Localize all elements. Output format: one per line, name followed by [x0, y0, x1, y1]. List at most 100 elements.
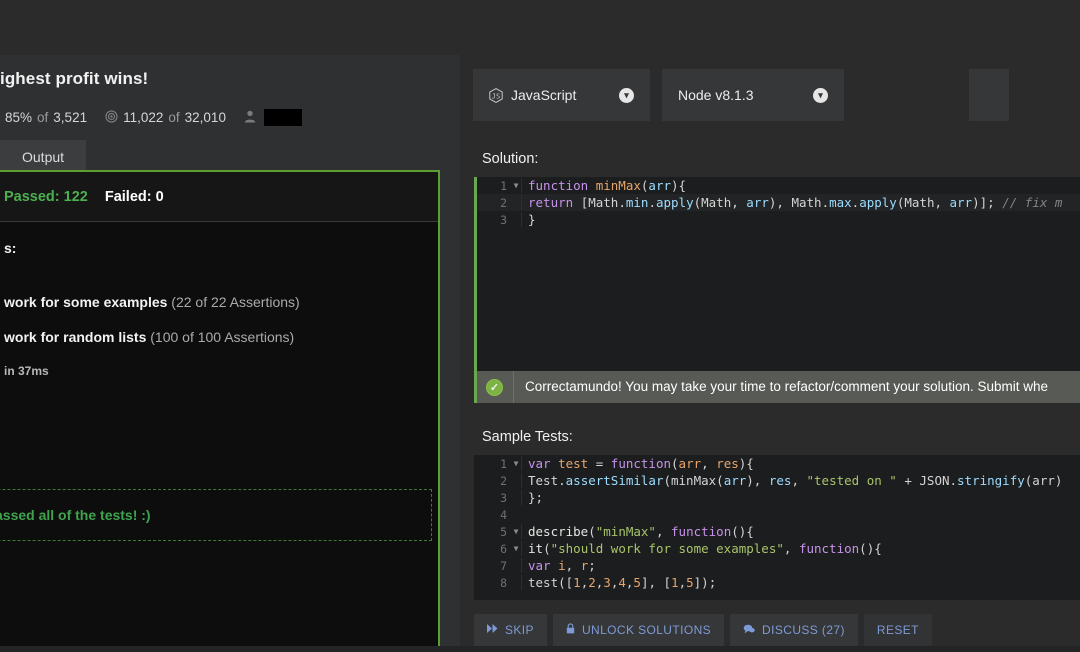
sample-tests-editor[interactable]: 1 ▼ var test = function(arr, res){2 Test.a… [474, 455, 1080, 600]
code-text: } [521, 212, 1080, 227]
fast-forward-icon [487, 624, 498, 636]
runtime-select[interactable]: Node v8.1.3 ▾ [662, 69, 844, 121]
kata-left-panel: ighest profit wins! 85% of 3,521 11,022 … [0, 55, 460, 652]
app-root: ighest profit wins! 85% of 3,521 11,022 … [0, 0, 1080, 652]
all-tests-passed-box: assed all of the tests! :) [0, 489, 432, 541]
test-result-row: work for random lists (100 of 100 Assert… [4, 329, 438, 345]
output-panel: Passed: 122 Failed: 0 s: work for some e… [0, 170, 440, 650]
language-selectors: JS JavaScript ▾ Node v8.1.3 ▾ [473, 69, 1009, 121]
javascript-icon: JS [489, 87, 503, 103]
language-select[interactable]: JS JavaScript ▾ [473, 69, 650, 121]
code-line: 3} [477, 211, 1080, 228]
test-summary-bar: Passed: 122 Failed: 0 [0, 172, 438, 222]
correct-message-text: Correctamundo! You may take your time to… [513, 371, 1048, 403]
line-number: 3 [500, 490, 507, 505]
line-number: 8 [500, 575, 507, 590]
code-text: var test = function(arr, res){ [521, 456, 1080, 471]
line-number: 5 [500, 524, 507, 539]
discuss-label: DISCUSS (27) [762, 623, 845, 637]
bottom-strip [0, 646, 1080, 652]
correct-message-bar: ✓ Correctamundo! You may take your time … [474, 371, 1080, 403]
runtime-select-label: Node v8.1.3 [678, 87, 754, 103]
line-number: 6 [500, 541, 507, 556]
reset-button[interactable]: RESET [863, 614, 932, 646]
kata-stats: 85% of 3,521 11,022 of 32,010 [0, 109, 302, 126]
code-text: }; [521, 490, 1080, 505]
fold-arrow-icon[interactable]: ▼ [511, 181, 521, 190]
rank-total: 32,010 [184, 110, 226, 125]
person-icon [244, 110, 256, 126]
check-circle-icon: ✓ [486, 378, 503, 396]
rank-value: 11,022 [123, 110, 164, 125]
completion-of: of [37, 110, 49, 125]
target-icon [105, 110, 118, 126]
completion-total: 3,521 [53, 110, 88, 125]
line-number: 2 [500, 473, 507, 488]
solution-label: Solution: [482, 151, 539, 167]
redacted-username [263, 109, 302, 126]
completion-stat: 85% of 3,521 [0, 110, 87, 125]
code-line: 7 var i, r; [477, 557, 1080, 574]
all-tests-passed-text: assed all of the tests! :) [0, 507, 151, 523]
code-line: 2 Test.assertSimilar(minMax(arr), res, "… [477, 472, 1080, 489]
code-line: 4 [477, 506, 1080, 523]
page-title: ighest profit wins! [0, 69, 149, 88]
code-text: it("should work for some examples", func… [521, 541, 1080, 556]
passed-count: Passed: 122 [4, 188, 88, 205]
results-heading: s: [4, 240, 17, 256]
code-line: 1 ▼ var test = function(arr, res){ [477, 455, 1080, 472]
unlock-solutions-label: UNLOCK SOLUTIONS [581, 623, 712, 637]
discuss-button[interactable]: DISCUSS (27) [730, 614, 858, 646]
code-line: 8 test([1,2,3,4,5], [1,5]); [477, 574, 1080, 591]
code-text: Test.assertSimilar(minMax(arr), res, "te… [521, 473, 1080, 488]
user-stat[interactable] [244, 109, 302, 126]
line-number: 1 [500, 178, 507, 193]
failed-count: Failed: 0 [104, 188, 164, 205]
chat-icon [743, 624, 755, 637]
code-text: test([1,2,3,4,5], [1,5]); [521, 575, 1080, 590]
completion-percent: 85% [5, 110, 33, 125]
code-text: return [Math.min.apply(Math, arr), Math.… [521, 195, 1080, 210]
code-line: 5 ▼ describe("minMax", function(){ [477, 523, 1080, 540]
tab-output[interactable]: Output [0, 140, 87, 174]
fold-arrow-icon[interactable]: ▼ [511, 544, 521, 553]
rank-of: of [168, 110, 180, 125]
code-text: var i, r; [521, 558, 1080, 573]
code-line: 6 ▼ it("should work for some examples", f… [477, 540, 1080, 557]
solution-code-lines: 1 ▼ function minMax(arr){2 return [Math.mi… [477, 177, 1080, 228]
chevron-down-icon[interactable]: ▾ [619, 87, 634, 103]
test-name: work for some examples [4, 294, 168, 310]
sample-tests-label: Sample Tests: [482, 429, 573, 445]
skip-button[interactable]: SKIP [474, 614, 547, 646]
line-number: 1 [500, 456, 507, 471]
extra-select-partial[interactable] [969, 69, 1009, 121]
fold-arrow-icon[interactable]: ▼ [511, 459, 521, 468]
test-name: work for random lists [4, 329, 147, 345]
code-line: 3}; [477, 489, 1080, 506]
line-number: 7 [500, 558, 507, 573]
fold-arrow-icon[interactable]: ▼ [511, 527, 521, 536]
lock-icon [566, 623, 575, 637]
code-text: function minMax(arr){ [521, 178, 1080, 193]
chevron-down-icon[interactable]: ▾ [813, 87, 828, 103]
language-select-label: JavaScript [511, 87, 577, 103]
test-assertions: (100 of 100 Assertions) [150, 329, 295, 345]
rank-stat: 11,022 of 32,010 [105, 110, 226, 126]
solution-editor[interactable]: 1 ▼ function minMax(arr){2 return [Math.mi… [474, 177, 1080, 371]
test-duration: in 37ms [4, 364, 49, 378]
code-line: 1 ▼ function minMax(arr){ [477, 177, 1080, 194]
output-tabs: Output [0, 140, 87, 174]
test-result-row: work for some examples (22 of 22 Asserti… [4, 294, 438, 310]
skip-label: SKIP [505, 623, 534, 637]
svg-text:JS: JS [492, 92, 500, 100]
line-number: 3 [500, 212, 507, 227]
reset-label: RESET [876, 623, 919, 637]
unlock-solutions-button[interactable]: UNLOCK SOLUTIONS [552, 614, 725, 646]
line-number: 2 [500, 195, 507, 210]
code-line: 2 return [Math.min.apply(Math, arr), Mat… [477, 194, 1080, 211]
editor-right-panel: JS JavaScript ▾ Node v8.1.3 ▾ Solution: … [470, 0, 1080, 652]
line-number: 4 [500, 507, 507, 522]
test-assertions: (22 of 22 Assertions) [171, 294, 300, 310]
sample-code-lines: 1 ▼ var test = function(arr, res){2 Test.a… [477, 455, 1080, 591]
code-text: describe("minMax", function(){ [521, 524, 1080, 539]
